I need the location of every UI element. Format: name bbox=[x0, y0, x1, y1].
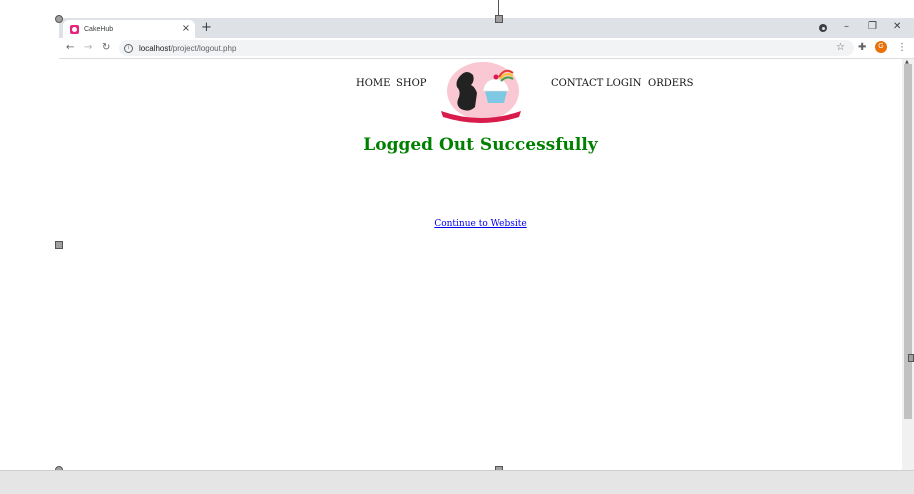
nav-login[interactable]: LOGIN bbox=[606, 78, 642, 89]
address-bar[interactable]: i localhost/project/logout.php bbox=[119, 40, 854, 56]
record-icon[interactable] bbox=[819, 24, 827, 32]
taskbar bbox=[0, 470, 914, 494]
handle-line bbox=[498, 0, 499, 15]
nav-shop[interactable]: SHOP bbox=[396, 78, 427, 89]
profile-avatar[interactable]: G bbox=[875, 41, 887, 53]
tab-close-icon[interactable]: × bbox=[180, 24, 192, 34]
browser-toolbar: ← → ↻ i localhost/project/logout.php ☆ ✚… bbox=[59, 38, 914, 59]
selection-handle-icon[interactable] bbox=[495, 15, 503, 23]
url-text: localhost/project/logout.php bbox=[139, 44, 236, 53]
info-icon[interactable]: i bbox=[124, 43, 133, 53]
star-icon[interactable]: ☆ bbox=[836, 41, 845, 55]
menu-icon[interactable]: ⋮ bbox=[897, 41, 907, 55]
url-path: /project/logout.php bbox=[170, 43, 237, 53]
selection-handle-icon[interactable] bbox=[55, 241, 63, 249]
page-title: Logged Out Successfully bbox=[363, 135, 598, 155]
browser-window: CakeHub × + – ❐ ✕ ← → ↻ i localhost/proj… bbox=[59, 18, 914, 470]
url-host: localhost bbox=[139, 43, 171, 53]
tab-title: CakeHub bbox=[84, 25, 114, 33]
new-tab-button[interactable]: + bbox=[201, 20, 212, 36]
tab-strip: CakeHub × + – ❐ ✕ bbox=[59, 18, 914, 38]
continue-to-website-link[interactable]: Continue to Website bbox=[434, 219, 526, 229]
nav-orders[interactable]: ORDERS bbox=[648, 78, 693, 89]
vertical-scrollbar[interactable]: ▲ bbox=[902, 59, 914, 470]
cakehub-logo[interactable] bbox=[439, 61, 524, 127]
forward-icon[interactable]: → bbox=[84, 41, 92, 55]
nav-home[interactable]: HOME bbox=[356, 78, 390, 89]
nav-contact[interactable]: CONTACT bbox=[551, 78, 603, 89]
page-viewport: HOME SHOP CONTACT LOGIN ORDERS Logged Ou… bbox=[59, 59, 902, 470]
selection-handle-icon[interactable] bbox=[908, 354, 914, 362]
tab-cakehub[interactable]: CakeHub × bbox=[63, 20, 195, 38]
restore-button[interactable]: ❐ bbox=[868, 21, 877, 33]
back-icon[interactable]: ← bbox=[66, 41, 74, 55]
minimize-button[interactable]: – bbox=[844, 21, 849, 33]
reload-icon[interactable]: ↻ bbox=[102, 41, 110, 55]
close-window-button[interactable]: ✕ bbox=[893, 21, 901, 33]
selection-handle-icon[interactable] bbox=[55, 15, 63, 23]
puzzle-icon[interactable]: ✚ bbox=[858, 41, 866, 55]
cakehub-favicon-icon bbox=[70, 24, 79, 34]
scroll-thumb[interactable] bbox=[904, 64, 912, 419]
continue-container: Continue to Website bbox=[59, 219, 902, 229]
